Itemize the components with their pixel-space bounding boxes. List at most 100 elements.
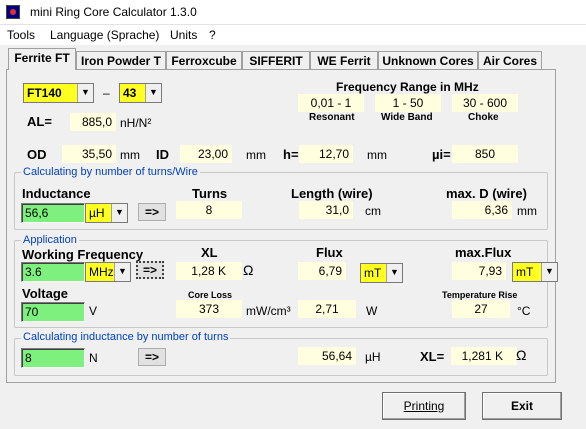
temperature-rise-unit: °C bbox=[517, 304, 531, 318]
xl-result-value: 1,281 K bbox=[451, 347, 517, 365]
power-value: 2,71 bbox=[298, 300, 356, 318]
freq-wideband-value: 1 - 50 bbox=[375, 94, 441, 112]
core-dash: – bbox=[103, 86, 110, 100]
chevron-down-icon[interactable]: ▼ bbox=[77, 84, 93, 102]
temperature-rise-label: Temperature Rise bbox=[442, 290, 518, 300]
max-flux-value: 7,93 bbox=[452, 262, 506, 280]
freq-wideband-label: Wide Band bbox=[381, 112, 433, 123]
tab-sifferit[interactable]: SIFFERIT bbox=[242, 51, 310, 69]
calc-application-button[interactable]: => bbox=[136, 261, 164, 279]
al-unit: nH/N² bbox=[120, 116, 152, 130]
application-title: Application bbox=[21, 234, 79, 246]
menu-tools[interactable]: Tools bbox=[7, 28, 35, 42]
mu-value: 850 bbox=[452, 145, 518, 163]
app-icon bbox=[6, 5, 20, 19]
turns-input[interactable]: 8 bbox=[21, 348, 85, 368]
material-select[interactable]: 43 ▼ bbox=[119, 83, 162, 103]
window-title: mini Ring Core Calculator 1.3.0 bbox=[30, 5, 197, 19]
freq-resonant-label: Resonant bbox=[309, 112, 355, 123]
id-value: 23,00 bbox=[180, 145, 232, 163]
xl-result-label: XL= bbox=[420, 349, 445, 364]
voltage-input[interactable]: 70 bbox=[21, 302, 85, 322]
working-frequency-label: Working Frequency bbox=[22, 247, 144, 262]
turns-value: 8 bbox=[176, 201, 242, 219]
max-flux-unit-select[interactable]: mT ▼ bbox=[512, 262, 558, 282]
frequency-unit-value: MHz bbox=[89, 265, 114, 279]
id-label: ID bbox=[156, 147, 169, 162]
calc-turns-button[interactable]: => bbox=[138, 203, 166, 221]
flux-value: 6,79 bbox=[298, 262, 346, 280]
exit-button-label: Exit bbox=[510, 399, 533, 413]
chevron-down-icon[interactable]: ▼ bbox=[541, 263, 557, 281]
al-label: AL= bbox=[27, 114, 52, 129]
flux-label: Flux bbox=[316, 245, 343, 260]
chevron-down-icon[interactable]: ▼ bbox=[145, 84, 161, 102]
temperature-rise-value: 27 bbox=[452, 300, 510, 318]
od-label: OD bbox=[27, 147, 47, 162]
al-value: 885,0 bbox=[70, 113, 116, 131]
calc-inductance-button[interactable]: => bbox=[138, 348, 166, 366]
turns-label: Turns bbox=[192, 186, 228, 201]
voltage-unit: V bbox=[89, 304, 98, 318]
tab-ferroxcube[interactable]: Ferroxcube bbox=[166, 51, 242, 69]
xl-result-omega: Ω bbox=[516, 347, 527, 363]
turns-wire-title: Calculating by number of turns/Wire bbox=[21, 166, 200, 178]
power-unit: W bbox=[366, 304, 378, 318]
tab-ferrite-ft[interactable]: Ferrite FT bbox=[8, 48, 76, 70]
id-unit: mm bbox=[246, 148, 266, 162]
voltage-label: Voltage bbox=[22, 286, 68, 301]
menu-help[interactable]: ? bbox=[209, 28, 216, 42]
max-d-unit: mm bbox=[517, 204, 537, 218]
od-value: 35,50 bbox=[62, 145, 116, 163]
inductance-by-turns-title: Calculating inductance by number of turn… bbox=[21, 331, 231, 343]
inductance-label: Inductance bbox=[22, 186, 91, 201]
frequency-input[interactable]: 3.6 bbox=[21, 262, 85, 282]
xl-omega: Ω bbox=[243, 262, 254, 278]
wire-length-value: 31,0 bbox=[299, 201, 353, 219]
core-loss-value: 373 bbox=[176, 300, 242, 318]
core-type-value: FT140 bbox=[27, 86, 62, 100]
max-d-label: max. D (wire) bbox=[446, 186, 527, 201]
xl-value: 1,28 K bbox=[176, 262, 242, 280]
frequency-unit-select[interactable]: MHz ▼ bbox=[85, 262, 131, 282]
tab-air-cores[interactable]: Air Cores bbox=[478, 51, 542, 69]
frequency-range-title: Frequency Range in MHz bbox=[336, 80, 479, 94]
inductance-input[interactable]: 56,6 bbox=[21, 203, 85, 223]
freq-choke-value: 30 - 600 bbox=[452, 94, 518, 112]
tab-unknown-cores[interactable]: Unknown Cores bbox=[378, 51, 478, 69]
od-unit: mm bbox=[120, 148, 140, 162]
chevron-down-icon[interactable]: ▼ bbox=[386, 264, 402, 282]
printing-button-label: Printing bbox=[403, 399, 445, 413]
inductance-unit-select[interactable]: µH ▼ bbox=[85, 203, 128, 223]
printing-button[interactable]: Printing bbox=[382, 392, 466, 420]
menu-units[interactable]: Units bbox=[170, 28, 197, 42]
inductance-result-unit: µH bbox=[365, 350, 381, 364]
max-d-value: 6,36 bbox=[452, 201, 512, 219]
chevron-down-icon[interactable]: ▼ bbox=[114, 263, 130, 281]
h-unit: mm bbox=[367, 148, 387, 162]
h-label: h= bbox=[283, 147, 299, 162]
material-value: 43 bbox=[123, 86, 137, 100]
flux-unit-value: mT bbox=[364, 266, 382, 280]
mu-label: µi= bbox=[432, 147, 451, 162]
h-value: 12,70 bbox=[299, 145, 353, 163]
max-flux-unit-value: mT bbox=[516, 265, 534, 279]
turns-unit: N bbox=[89, 351, 98, 365]
inductance-result-value: 56,64 bbox=[298, 347, 356, 365]
core-type-select[interactable]: FT140 ▼ bbox=[23, 83, 94, 103]
menu-language[interactable]: Language (Sprache) bbox=[50, 28, 159, 42]
exit-button[interactable]: Exit bbox=[482, 392, 562, 420]
core-loss-label: Core Loss bbox=[188, 290, 233, 300]
xl-label: XL bbox=[201, 245, 218, 260]
inductance-unit-value: µH bbox=[89, 206, 105, 220]
tab-iron-powder-t[interactable]: Iron Powder T bbox=[76, 51, 166, 69]
freq-resonant-value: 0,01 - 1 bbox=[298, 94, 364, 112]
wire-length-label: Length (wire) bbox=[291, 186, 373, 201]
flux-unit-select[interactable]: mT ▼ bbox=[360, 263, 403, 283]
core-loss-unit: mW/cm³ bbox=[246, 304, 291, 318]
freq-choke-label: Choke bbox=[468, 112, 499, 123]
chevron-down-icon[interactable]: ▼ bbox=[111, 204, 127, 222]
wire-length-unit: cm bbox=[365, 204, 381, 218]
tab-we-ferrit[interactable]: WE Ferrit bbox=[310, 51, 378, 69]
max-flux-label: max.Flux bbox=[455, 245, 512, 260]
